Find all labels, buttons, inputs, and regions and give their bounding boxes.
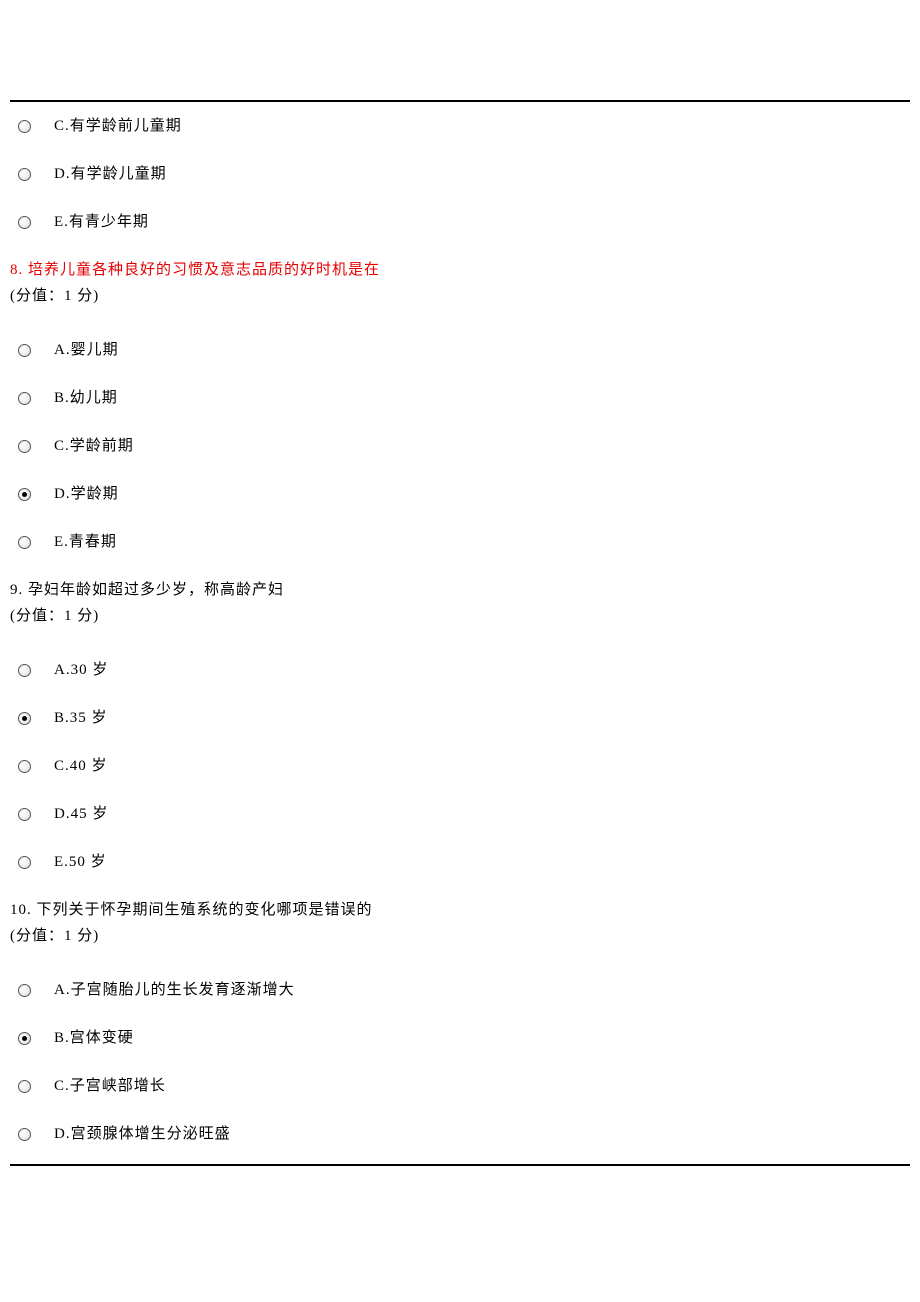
radio-icon bbox=[18, 664, 48, 677]
question-text: 下列关于怀孕期间生殖系统的变化哪项是错误的 bbox=[37, 902, 373, 918]
radio-icon bbox=[18, 536, 48, 549]
radio-icon bbox=[18, 808, 48, 821]
option-c-row[interactable]: C.学龄前期 bbox=[10, 422, 910, 470]
radio-icon bbox=[18, 712, 48, 725]
option-text: A.子宫随胎儿的生长发育逐渐增大 bbox=[48, 978, 295, 1002]
question-number: 10. bbox=[10, 902, 32, 918]
radio-icon bbox=[18, 344, 48, 357]
option-text: D.宫颈腺体增生分泌旺盛 bbox=[48, 1122, 231, 1146]
option-b-row[interactable]: B.幼儿期 bbox=[10, 374, 910, 422]
radio-icon bbox=[18, 984, 48, 997]
question-title: 10. 下列关于怀孕期间生殖系统的变化哪项是错误的 bbox=[10, 892, 910, 922]
option-text: E.有青少年期 bbox=[48, 210, 149, 234]
radio-icon bbox=[18, 760, 48, 773]
question-title: 8. 培养儿童各种良好的习惯及意志品质的好时机是在 bbox=[10, 252, 910, 282]
option-d-row[interactable]: D.45 岁 bbox=[10, 790, 910, 838]
option-text: A.30 岁 bbox=[48, 658, 108, 682]
radio-icon bbox=[18, 392, 48, 405]
option-text: B.宫体变硬 bbox=[48, 1026, 134, 1050]
option-text: E.50 岁 bbox=[48, 850, 107, 874]
option-e-row[interactable]: E.50 岁 bbox=[10, 838, 910, 886]
radio-icon bbox=[18, 488, 48, 501]
question-10: 10. 下列关于怀孕期间生殖系统的变化哪项是错误的 (分值：1 分) A.子宫随… bbox=[10, 892, 910, 1164]
partial-question-options: C.有学龄前儿童期 D.有学龄儿童期 E.有青少年期 bbox=[10, 102, 910, 252]
option-a-row[interactable]: A.子宫随胎儿的生长发育逐渐增大 bbox=[10, 966, 910, 1014]
option-d-row[interactable]: D.宫颈腺体增生分泌旺盛 bbox=[10, 1110, 910, 1158]
question-points: (分值：1 分) bbox=[10, 602, 910, 638]
radio-icon bbox=[18, 1080, 48, 1093]
question-9: 9. 孕妇年龄如超过多少岁，称高龄产妇 (分值：1 分) A.30 岁 B.35… bbox=[10, 572, 910, 892]
question-number: 8. bbox=[10, 262, 23, 278]
option-a-row[interactable]: A.婴儿期 bbox=[10, 326, 910, 374]
radio-icon bbox=[18, 856, 48, 869]
option-text: D.学龄期 bbox=[48, 482, 119, 506]
option-text: B.幼儿期 bbox=[48, 386, 118, 410]
radio-icon bbox=[18, 168, 48, 181]
option-text: D.45 岁 bbox=[48, 802, 108, 826]
question-number: 9. bbox=[10, 582, 23, 598]
question-title: 9. 孕妇年龄如超过多少岁，称高龄产妇 bbox=[10, 572, 910, 602]
option-d-row[interactable]: D.学龄期 bbox=[10, 470, 910, 518]
option-c-row[interactable]: C.子宫峡部增长 bbox=[10, 1062, 910, 1110]
option-c-row[interactable]: C.40 岁 bbox=[10, 742, 910, 790]
option-d-row[interactable]: D.有学龄儿童期 bbox=[10, 150, 910, 198]
question-8: 8. 培养儿童各种良好的习惯及意志品质的好时机是在 (分值：1 分) A.婴儿期… bbox=[10, 252, 910, 572]
question-points: (分值：1 分) bbox=[10, 282, 910, 318]
option-e-row[interactable]: E.有青少年期 bbox=[10, 198, 910, 246]
option-text: C.子宫峡部增长 bbox=[48, 1074, 166, 1098]
option-text: C.学龄前期 bbox=[48, 434, 134, 458]
radio-icon bbox=[18, 440, 48, 453]
radio-icon bbox=[18, 120, 48, 133]
question-points: (分值：1 分) bbox=[10, 922, 910, 958]
option-text: B.35 岁 bbox=[48, 706, 108, 730]
option-text: E.青春期 bbox=[48, 530, 117, 554]
option-b-row[interactable]: B.宫体变硬 bbox=[10, 1014, 910, 1062]
question-text: 孕妇年龄如超过多少岁，称高龄产妇 bbox=[28, 582, 284, 598]
option-a-row[interactable]: A.30 岁 bbox=[10, 646, 910, 694]
radio-icon bbox=[18, 216, 48, 229]
radio-icon bbox=[18, 1032, 48, 1045]
option-e-row[interactable]: E.青春期 bbox=[10, 518, 910, 566]
option-b-row[interactable]: B.35 岁 bbox=[10, 694, 910, 742]
option-c-row[interactable]: C.有学龄前儿童期 bbox=[10, 102, 910, 150]
radio-icon bbox=[18, 1128, 48, 1141]
option-text: D.有学龄儿童期 bbox=[48, 162, 167, 186]
option-text: A.婴儿期 bbox=[48, 338, 119, 362]
question-text: 培养儿童各种良好的习惯及意志品质的好时机是在 bbox=[28, 262, 380, 278]
option-text: C.有学龄前儿童期 bbox=[48, 114, 182, 138]
option-text: C.40 岁 bbox=[48, 754, 108, 778]
